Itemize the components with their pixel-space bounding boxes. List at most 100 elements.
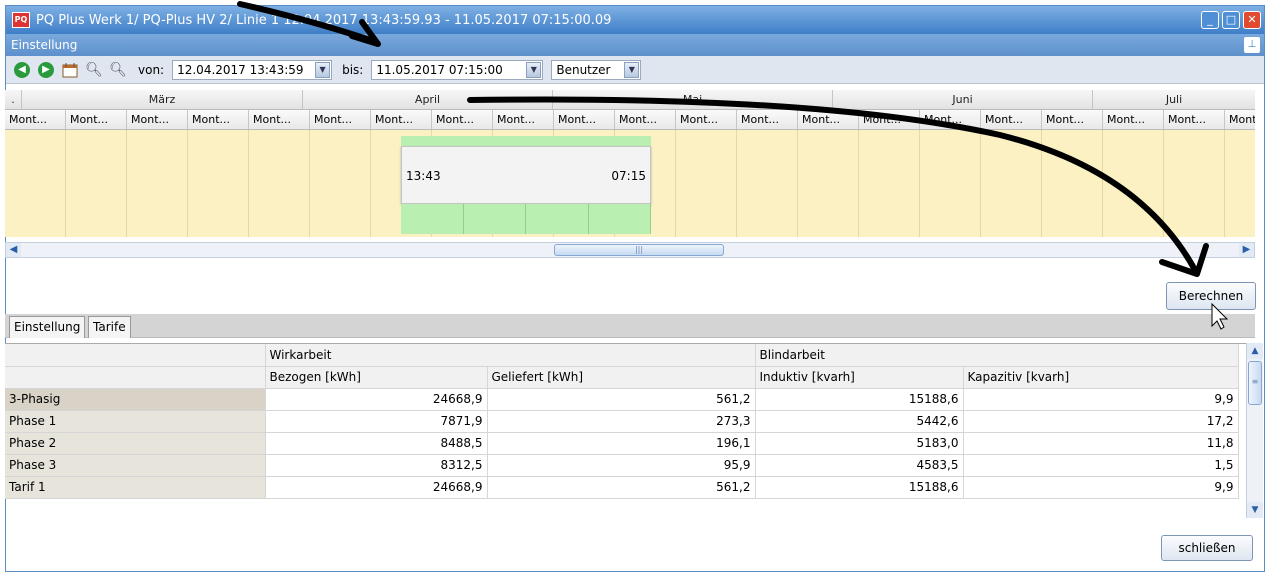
row-label: Phase 2	[5, 432, 266, 455]
table-cell: 17,2	[963, 410, 1239, 433]
toolbar: ◀ ▶ 🔍︎ 🔍︎ von: 12.04.2017 13:43:59 ▼ bis…	[6, 56, 1264, 84]
tab-tarife[interactable]: Tarife	[88, 316, 131, 338]
panel-title: Einstellung	[11, 38, 78, 52]
table-cell: 4583,5	[755, 454, 964, 477]
week-cell: Mont...	[859, 110, 920, 129]
von-date-picker[interactable]: 12.04.2017 13:43:59 ▼	[172, 59, 333, 80]
group-header-wirkarbeit: Wirkarbeit	[265, 344, 756, 367]
table-row[interactable]: Phase 3 8312,5 95,9 4583,5 1,5	[5, 454, 1239, 477]
column-header[interactable]: Bezogen [kWh]	[265, 366, 488, 389]
table-row[interactable]: Phase 2 8488,5 196,1 5183,0 11,8	[5, 432, 1239, 455]
bis-date-picker[interactable]: 11.05.2017 07:15:00 ▼	[371, 59, 544, 80]
scroll-down-icon[interactable]: ▼	[1247, 502, 1263, 518]
back-icon[interactable]: ◀	[12, 60, 32, 80]
zoom-out-icon[interactable]: 🔍︎	[108, 60, 128, 80]
table-cell: 24668,9	[265, 476, 488, 499]
chevron-down-icon[interactable]: ▼	[624, 61, 640, 78]
week-cell: Mont...	[554, 110, 615, 129]
table-column-header-row: Bezogen [kWh] Geliefert [kWh] Induktiv […	[5, 366, 1239, 389]
timeline[interactable]: . März April Mai Juni Juli Mont... Mont.…	[5, 90, 1255, 237]
table-cell: 9,9	[963, 476, 1239, 499]
week-cell: Mont...	[1164, 110, 1225, 129]
week-cell: Mont...	[249, 110, 310, 129]
scroll-up-icon[interactable]: ▲	[1247, 343, 1263, 359]
month-april: April	[303, 90, 553, 109]
group-header-blindarbeit: Blindarbeit	[755, 344, 1239, 367]
zoom-in-icon[interactable]: 🔍︎	[84, 60, 104, 80]
table-cell: 5442,6	[755, 410, 964, 433]
week-cell: Mont...	[1103, 110, 1164, 129]
schliessen-button[interactable]: schließen	[1161, 535, 1253, 561]
column-header[interactable]: Induktiv [kvarh]	[755, 366, 964, 389]
month-maerz: März	[22, 90, 303, 109]
results-table: Wirkarbeit Blindarbeit Bezogen [kWh] Gel…	[5, 343, 1255, 518]
chevron-down-icon[interactable]: ▼	[526, 61, 542, 78]
bis-date-value: 11.05.2017 07:15:00	[376, 62, 503, 77]
week-cell: Mont...	[798, 110, 859, 129]
week-cell: Mont...	[981, 110, 1042, 129]
month-juni: Juni	[833, 90, 1093, 109]
chevron-down-icon[interactable]: ▼	[315, 61, 331, 78]
table-cell: 196,1	[487, 432, 756, 455]
von-label: von:	[138, 62, 165, 77]
table-cell: 561,2	[487, 388, 756, 411]
table-cell: 24668,9	[265, 388, 488, 411]
von-date-value: 12.04.2017 13:43:59	[177, 62, 304, 77]
month-header-row: . März April Mai Juni Juli	[5, 90, 1255, 110]
week-cell: Mont...	[920, 110, 981, 129]
tab-einstellung[interactable]: Einstellung	[9, 316, 86, 338]
table-cell: 7871,9	[265, 410, 488, 433]
minimize-icon[interactable]: _	[1201, 11, 1219, 29]
table-row[interactable]: 3-Phasig 24668,9 561,2 15188,6 9,9	[5, 388, 1239, 411]
table-cell: 273,3	[487, 410, 756, 433]
forward-icon[interactable]: ▶	[36, 60, 56, 80]
pin-icon[interactable]: ⊥	[1244, 37, 1260, 53]
calendar-icon[interactable]	[60, 60, 80, 80]
table-cell: 1,5	[963, 454, 1239, 477]
month-mai: Mai	[553, 90, 833, 109]
week-cell: Mont...	[66, 110, 127, 129]
column-header[interactable]: Kapazitiv [kvarh]	[963, 366, 1239, 389]
title-bar[interactable]: PQ PQ Plus Werk 1/ PQ-Plus HV 2/ Linie 1…	[6, 6, 1264, 34]
table-vertical-scrollbar[interactable]: ▲ ≡ ▼	[1246, 343, 1263, 518]
table-cell: 561,2	[487, 476, 756, 499]
scroll-right-icon[interactable]: ▶	[1239, 243, 1254, 257]
window-title: PQ Plus Werk 1/ PQ-Plus HV 2/ Linie 1 12…	[36, 12, 612, 28]
week-header-row: Mont... Mont... Mont... Mont... Mont... …	[5, 110, 1255, 130]
selection-start-time: 13:43	[406, 169, 441, 183]
week-cell: Mont...	[371, 110, 432, 129]
maximize-icon[interactable]: □	[1222, 11, 1240, 29]
selection-label-box: 13:43 07:15	[401, 146, 651, 204]
week-cell: Mont...	[493, 110, 554, 129]
scroll-thumb[interactable]: |||	[554, 244, 724, 256]
week-cell: Mont...	[432, 110, 493, 129]
week-cell: Mont...	[5, 110, 66, 129]
table-row[interactable]: Tarif 1 24668,9 561,2 15188,6 9,9	[5, 476, 1239, 499]
week-cell: Mont...	[1225, 110, 1255, 129]
selection-end-time: 07:15	[611, 169, 646, 183]
table-corner-cell	[5, 366, 266, 389]
mode-select[interactable]: Benutzer ▼	[551, 59, 642, 80]
close-icon[interactable]: ✕	[1243, 11, 1261, 29]
panel-header: Einstellung ⊥	[6, 34, 1264, 56]
row-label: Tarif 1	[5, 476, 266, 499]
column-header[interactable]: Geliefert [kWh]	[487, 366, 756, 389]
week-cell: Mont...	[615, 110, 676, 129]
table-cell: 11,8	[963, 432, 1239, 455]
table-row[interactable]: Phase 1 7871,9 273,3 5442,6 17,2	[5, 410, 1239, 433]
timeline-corner: .	[5, 90, 22, 109]
table-cell: 9,9	[963, 388, 1239, 411]
table-cell: 8488,5	[265, 432, 488, 455]
row-label: Phase 3	[5, 454, 266, 477]
app-logo-icon: PQ	[12, 12, 30, 28]
week-cell: Mont...	[127, 110, 188, 129]
scroll-left-icon[interactable]: ◀	[6, 243, 21, 257]
berechnen-button[interactable]: Berechnen	[1166, 282, 1256, 310]
month-juli: Juli	[1165, 93, 1183, 106]
week-cell: Mont...	[676, 110, 737, 129]
timeline-horizontal-scrollbar[interactable]: ◀ ||| ▶	[5, 242, 1255, 258]
table-cell: 5183,0	[755, 432, 964, 455]
scroll-thumb[interactable]: ≡	[1248, 361, 1262, 405]
bis-label: bis:	[342, 62, 364, 77]
selected-range[interactable]: 13:43 07:15	[401, 136, 651, 238]
